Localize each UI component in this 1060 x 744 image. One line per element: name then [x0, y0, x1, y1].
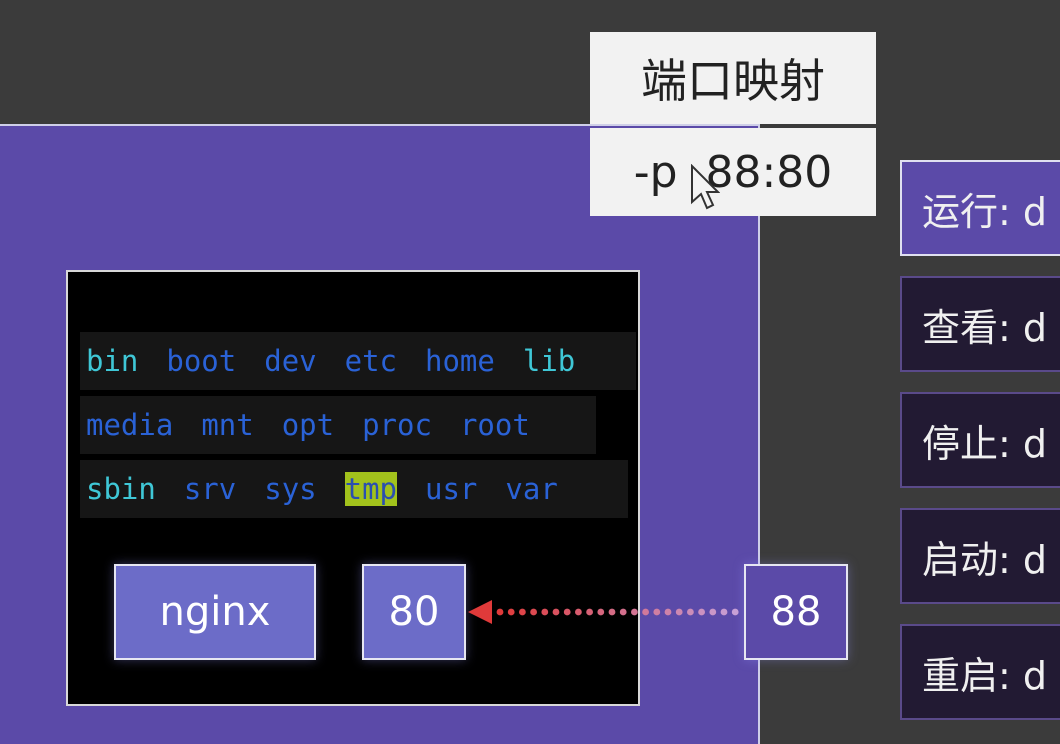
arrow-dot — [608, 608, 616, 616]
nginx-app-box: nginx — [114, 564, 316, 660]
arrow-dot — [698, 608, 705, 616]
menu-item-label: 查看: d — [922, 305, 1048, 350]
arrow-dot — [552, 608, 560, 616]
container-port-label: 80 — [388, 589, 440, 635]
menu-item-start[interactable]: 启动: d — [900, 508, 1060, 604]
port-mapping-command-card: -p 88:80 — [590, 128, 876, 216]
arrow-dot — [586, 608, 593, 616]
dir-root: root — [459, 408, 530, 442]
fs-row-1: bin boot dev etc home lib — [80, 332, 636, 390]
menu-item-view[interactable]: 查看: d — [900, 276, 1060, 372]
arrow-dot — [507, 608, 515, 616]
dir-var: var — [505, 472, 558, 506]
arrow-dots — [496, 608, 739, 616]
host-port-label: 88 — [770, 589, 822, 635]
arrow-dot — [664, 608, 672, 616]
menu-item-label: 运行: d — [922, 189, 1048, 234]
dir-opt: opt — [281, 408, 335, 442]
arrow-dot — [496, 608, 504, 616]
dir-proc: proc — [362, 408, 432, 442]
arrow-dot — [530, 608, 537, 616]
dir-etc: etc — [344, 344, 398, 378]
menu-item-stop[interactable]: 停止: d — [900, 392, 1060, 488]
menu-item-label: 重启: d — [922, 653, 1048, 698]
arrow-dot — [642, 608, 649, 616]
arrow-dot — [675, 608, 683, 616]
arrow-dot — [720, 608, 728, 616]
menu-item-restart[interactable]: 重启: d — [900, 624, 1060, 720]
dir-dev: dev — [264, 344, 317, 378]
port-mapping-title-card: 端口映射 — [590, 32, 876, 124]
arrow-dot — [563, 608, 571, 616]
port-mapping-command: -p 88:80 — [633, 146, 833, 198]
arrow-dot — [709, 608, 717, 616]
dir-tmp: tmp — [344, 472, 398, 506]
arrow-dot — [687, 608, 694, 616]
host-port-box: 88 — [744, 564, 848, 660]
fs-row-2: media mnt opt proc root — [80, 396, 596, 454]
dir-bin: bin — [86, 344, 139, 378]
fs-row-3: sbin srv sys tmp usr var — [80, 460, 628, 518]
arrow-dot — [619, 608, 627, 616]
arrow-dot — [597, 608, 605, 616]
dir-sys: sys — [264, 472, 317, 506]
arrow-head — [468, 600, 492, 624]
port-mapping-arrow — [468, 600, 739, 624]
dir-media: media — [86, 408, 174, 442]
dir-usr: usr — [425, 472, 478, 506]
menu-item-label: 停止: d — [922, 421, 1048, 466]
port-mapping-title: 端口映射 — [641, 54, 825, 108]
arrow-dot — [519, 608, 526, 616]
dir-srv: srv — [183, 472, 237, 506]
dir-mnt: mnt — [201, 408, 254, 442]
menu-item-label: 启动: d — [922, 537, 1048, 582]
dir-boot: boot — [166, 344, 237, 378]
nginx-label: nginx — [159, 589, 271, 635]
arrow-dot — [731, 608, 739, 616]
mouse-cursor-icon — [691, 164, 720, 210]
arrow-dot — [631, 608, 638, 616]
arrow-dot — [653, 608, 661, 616]
dir-home: home — [425, 344, 495, 378]
dir-lib: lib — [522, 344, 576, 378]
arrow-dot — [575, 608, 582, 616]
dir-sbin: sbin — [86, 472, 156, 506]
container-port-box: 80 — [362, 564, 466, 660]
arrow-dot — [541, 608, 549, 616]
menu-item-run[interactable]: 运行: d — [900, 160, 1060, 256]
